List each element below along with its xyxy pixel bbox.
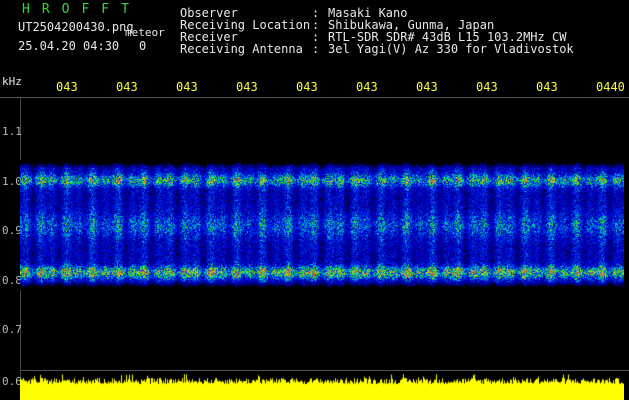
spectrogram [20, 160, 624, 290]
time-tick-6: 043 [356, 80, 378, 94]
time-tick-3: 043 [176, 80, 198, 94]
time-tick-5: 043 [296, 80, 318, 94]
freq-tick-0-8: 0.8 [2, 274, 22, 287]
info-label: Receiving Antenna [180, 42, 303, 56]
info-value: 3el Yagi(V) Az 330 for Vladivostok [328, 42, 574, 56]
freq-tick-1-1: 1.1 [2, 125, 22, 138]
meteor-label: meteor [125, 26, 165, 39]
hrofft-screen: HROFFT UT2504200430.png meteor 25.04.20 … [0, 0, 629, 400]
psd-baseline [20, 370, 629, 371]
freq-tick-0-9: 0.9 [2, 224, 22, 237]
freq-tick-0-7: 0.7 [2, 323, 22, 336]
meteor-count: 0 [139, 39, 147, 53]
time-tick-2: 043 [116, 80, 138, 94]
plot-top-border [0, 97, 629, 98]
time-tick-8: 043 [476, 80, 498, 94]
time-tick-9: 043 [536, 80, 558, 94]
time-tick-4: 043 [236, 80, 258, 94]
observation-datetime: 25.04.20 04:30 [18, 39, 120, 53]
time-tick-10: 0440 [596, 80, 625, 94]
freq-tick-0-6: 0.6 [2, 375, 22, 388]
time-tick-1: 043 [56, 80, 78, 94]
app-title: HROFFT [22, 2, 141, 17]
frequency-unit-label: kHz [2, 75, 22, 88]
file-name: UT2504200430.png [18, 20, 134, 34]
info-colon: : [312, 42, 320, 56]
freq-tick-1-0: 1.0 [2, 175, 22, 188]
noise-level-graph [20, 372, 624, 400]
time-tick-7: 043 [416, 80, 438, 94]
